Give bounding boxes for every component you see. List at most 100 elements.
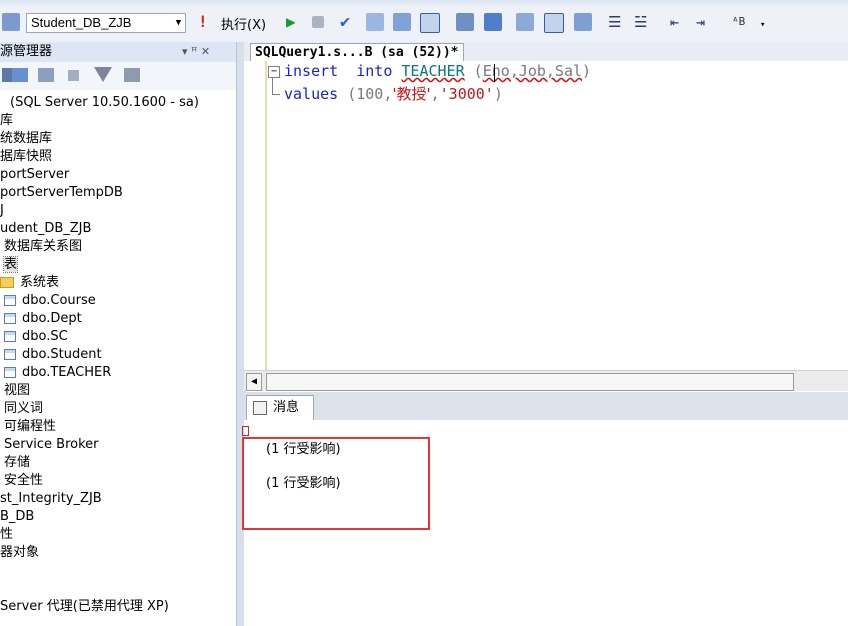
results-text-icon[interactable]	[516, 13, 534, 31]
tab-sqlquery1[interactable]: SQLQuery1.s...B (sa (52))*	[250, 43, 464, 62]
tree-item[interactable]: 数据库关系图	[4, 238, 82, 256]
tree-item[interactable]: 视图	[4, 382, 30, 400]
object-explorer-header: 源管理器 ▾ ꟸ ✕	[0, 42, 236, 63]
table-icon	[4, 295, 16, 306]
tree-item-label: dbo.Dept	[22, 311, 82, 326]
panel-pin-controls[interactable]: ▾ ꟸ ✕	[182, 42, 210, 62]
stop-icon[interactable]	[312, 16, 324, 28]
tree-item-label: 库	[0, 113, 14, 128]
tree-item[interactable]: 性	[0, 526, 13, 544]
tree-item[interactable]: 器对象	[0, 544, 39, 562]
string-literal-1: '教授'	[392, 85, 431, 103]
tree-item[interactable]: 可编程性	[4, 418, 56, 436]
tree-item[interactable]: 库	[0, 112, 13, 130]
comment-icon[interactable]: ☰	[608, 13, 626, 31]
keyword-values: values	[284, 85, 339, 103]
values-close: )	[493, 85, 503, 103]
table-icon	[4, 349, 16, 360]
connect-dropdown-icon[interactable]	[12, 68, 28, 82]
tree-item[interactable]: B_DB	[0, 508, 34, 526]
object-explorer-title: 源管理器	[0, 44, 53, 59]
debug-icon[interactable]: !	[198, 13, 208, 31]
tree-item[interactable]: 安全性	[4, 472, 43, 490]
tree-item[interactable]: 存储	[4, 454, 30, 472]
table-icon	[4, 331, 16, 342]
horizontal-scrollbar[interactable]: ◀	[244, 370, 848, 391]
database-icon[interactable]	[2, 13, 20, 31]
tree-item[interactable]: 表	[2, 256, 19, 274]
values-open: (100,	[347, 85, 393, 103]
tree-item-label: 系统表	[20, 275, 60, 290]
results-file-icon[interactable]	[574, 13, 592, 31]
indent-icon[interactable]: ⇤	[670, 13, 688, 31]
results-tab-bar	[244, 392, 848, 421]
tree-item[interactable]: portServer	[0, 166, 69, 184]
tree-item[interactable]: dbo.TEACHER	[4, 364, 111, 382]
table-icon	[4, 367, 16, 378]
tree-item-label: portServer	[0, 167, 70, 182]
values-comma: ,	[430, 85, 440, 103]
collapse-icon[interactable]: −	[268, 66, 280, 78]
paren-close: )	[582, 62, 592, 80]
outdent-icon[interactable]: ⇥	[696, 13, 714, 31]
play-icon[interactable]: ▶	[286, 13, 304, 31]
tree-item[interactable]: st_Integrity_ZJB	[0, 490, 102, 508]
tree-item-label: 表	[2, 256, 19, 273]
parse-check-icon[interactable]: ✔	[340, 13, 358, 31]
filter-icon[interactable]	[94, 67, 112, 82]
tree-item[interactable]: dbo.Student	[4, 346, 102, 364]
specify-values-icon[interactable]: ᴬB	[732, 13, 750, 31]
stop-refresh-icon[interactable]	[68, 70, 79, 81]
scroll-thumb[interactable]	[266, 373, 794, 391]
execution-plan-icon[interactable]	[456, 13, 474, 31]
tab-messages[interactable]: 消息	[246, 395, 314, 420]
uncomment-icon[interactable]: ☱	[634, 13, 652, 31]
disconnect-icon[interactable]	[38, 68, 54, 82]
tree-item-label: 同义词	[4, 401, 44, 416]
results-grid-toggle-icon[interactable]	[544, 13, 564, 33]
tree-item[interactable]: J	[0, 202, 4, 220]
results-to-icon[interactable]	[393, 13, 411, 31]
paren-open: (	[473, 62, 483, 80]
tree-item[interactable]: 同义词	[4, 400, 43, 418]
refresh-icon[interactable]	[124, 68, 140, 82]
code-line-1[interactable]: insert into TEACHER (Eno,Job,Sal)	[284, 62, 591, 80]
sql-editor[interactable]	[244, 61, 848, 370]
tree-item[interactable]: 统数据库	[0, 130, 52, 148]
database-selector[interactable]: Student_DB_ZJB	[26, 13, 186, 33]
tree-item[interactable]: Server 代理(已禁用代理 XP)	[0, 598, 169, 616]
query-designer-icon[interactable]	[366, 13, 384, 31]
tree-item[interactable]: dbo.Dept	[4, 310, 82, 328]
tree-item-label: st_Integrity_ZJB	[0, 491, 102, 506]
column-list: Eno,Job,Sal	[482, 62, 583, 80]
tree-item[interactable]: dbo.SC	[4, 328, 68, 346]
results-grid-icon[interactable]	[420, 13, 440, 33]
scroll-left-icon[interactable]: ◀	[246, 373, 262, 391]
tree-item[interactable]: Service Broker	[4, 436, 99, 454]
execute-button[interactable]: 执行(X)	[221, 14, 266, 33]
tree-item-label: dbo.SC	[22, 329, 68, 344]
keyword-into: into	[356, 62, 393, 80]
tree-item[interactable]: 系统表	[0, 274, 59, 292]
tree-item[interactable]: 据库快照	[0, 148, 52, 166]
chevron-down-icon[interactable]: ▼	[172, 14, 185, 32]
table-name: TEACHER	[401, 62, 465, 80]
tree-item-label: 存储	[4, 455, 31, 470]
tree-item-label: 视图	[4, 383, 31, 398]
tree-item[interactable]: portServerTempDB	[0, 184, 123, 202]
table-icon	[4, 313, 16, 324]
outline-end	[272, 94, 280, 95]
code-line-2[interactable]: values (100,'教授','3000')	[284, 83, 503, 104]
change-marker	[265, 61, 267, 370]
tree-item-label: Service Broker	[4, 437, 99, 452]
tree-item[interactable]: dbo.Course	[4, 292, 96, 310]
tree-item-label: 数据库关系图	[4, 239, 83, 254]
tree-item-label: dbo.Student	[22, 347, 102, 362]
tree-item[interactable]: (SQL Server 10.50.1600 - sa)	[10, 94, 199, 112]
tree-item-label: J	[0, 203, 4, 218]
tree-item-label: 可编程性	[4, 419, 57, 434]
string-literal-2: '3000'	[439, 85, 494, 103]
client-stats-icon[interactable]	[484, 13, 502, 31]
toolbar-overflow-icon[interactable]: ▾	[760, 20, 770, 30]
tree-item[interactable]: udent_DB_ZJB	[0, 220, 91, 238]
